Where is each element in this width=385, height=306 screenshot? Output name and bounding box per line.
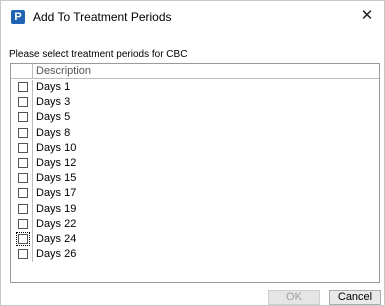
item-checkbox[interactable] xyxy=(18,173,28,184)
checkbox-column-header[interactable] xyxy=(11,64,33,78)
list-rows: Days 1 Days 3 Days 5 Days 8 Days 10 Days 12 Da… xyxy=(11,80,379,263)
list-item-label: Days 3 xyxy=(36,96,71,109)
list-item-label: Days 8 xyxy=(36,126,71,139)
list-item[interactable]: Days 5 xyxy=(11,110,379,126)
checkbox-cell xyxy=(11,247,33,263)
checkbox-cell xyxy=(11,231,33,248)
list-item-label: Days 15 xyxy=(36,172,77,185)
checkbox-cell xyxy=(11,80,33,96)
close-icon: ✕ xyxy=(360,7,374,24)
list-item[interactable]: Days 17 xyxy=(11,186,379,202)
list-item-label: Days 19 xyxy=(36,202,77,215)
checkbox-cell xyxy=(11,140,33,156)
list-item[interactable]: Days 15 xyxy=(11,171,379,187)
list-item[interactable]: Days 1 xyxy=(11,80,379,96)
item-checkbox[interactable] xyxy=(18,218,28,229)
checkbox-cell xyxy=(11,171,33,187)
list-item-label: Days 10 xyxy=(36,141,77,154)
close-button[interactable]: ✕ xyxy=(350,1,384,31)
list-item-label: Days 26 xyxy=(36,248,77,261)
item-checkbox[interactable] xyxy=(18,188,28,199)
item-checkbox[interactable] xyxy=(16,231,30,246)
item-checkbox[interactable] xyxy=(18,97,28,108)
checkbox-cell xyxy=(11,110,33,126)
checkbox-cell xyxy=(11,95,33,111)
description-column-header[interactable]: Description xyxy=(36,65,91,77)
list-item[interactable]: Days 19 xyxy=(11,201,379,217)
dialog-title: Add To Treatment Periods xyxy=(33,10,172,24)
checkbox-cell xyxy=(11,216,33,232)
list-item-label: Days 22 xyxy=(36,217,77,230)
ok-button[interactable]: OK xyxy=(268,290,320,305)
item-checkbox[interactable] xyxy=(18,127,28,138)
list-item-label: Days 24 xyxy=(36,232,77,245)
list-item[interactable]: Days 26 xyxy=(11,247,379,263)
list-item[interactable]: Days 22 xyxy=(11,216,379,232)
list-item[interactable]: Days 24 xyxy=(11,231,379,248)
list-item[interactable]: Days 8 xyxy=(11,125,379,141)
app-logo-icon: P xyxy=(11,10,25,24)
dialog-window: P Add To Treatment Periods ✕ Please sele… xyxy=(0,0,385,306)
item-checkbox[interactable] xyxy=(18,203,28,214)
list-header: Description xyxy=(11,64,379,79)
list-item[interactable]: Days 10 xyxy=(11,140,379,156)
list-item-label: Days 1 xyxy=(36,81,71,93)
list-item-label: Days 5 xyxy=(36,111,71,124)
cancel-button[interactable]: Cancel xyxy=(329,290,381,305)
app-icon-letter: P xyxy=(14,11,22,23)
title-bar: P Add To Treatment Periods ✕ xyxy=(1,1,384,31)
instruction-text: Please select treatment periods for CBC xyxy=(9,49,188,60)
checkbox-cell xyxy=(11,125,33,141)
item-checkbox[interactable] xyxy=(18,142,28,153)
treatment-periods-list[interactable]: Description Days 1 Days 3 Days 5 Days 8 Days… xyxy=(10,63,380,283)
list-item-label: Days 17 xyxy=(36,187,77,200)
list-item[interactable]: Days 12 xyxy=(11,155,379,172)
item-checkbox[interactable] xyxy=(18,82,28,92)
item-checkbox[interactable] xyxy=(18,157,28,168)
checkbox-cell xyxy=(11,186,33,202)
list-item[interactable]: Days 3 xyxy=(11,95,379,111)
item-checkbox[interactable] xyxy=(18,249,28,260)
item-checkbox[interactable] xyxy=(18,112,28,123)
list-item-label: Days 12 xyxy=(36,156,77,169)
checkbox-cell xyxy=(11,155,33,172)
checkbox-cell xyxy=(11,201,33,217)
